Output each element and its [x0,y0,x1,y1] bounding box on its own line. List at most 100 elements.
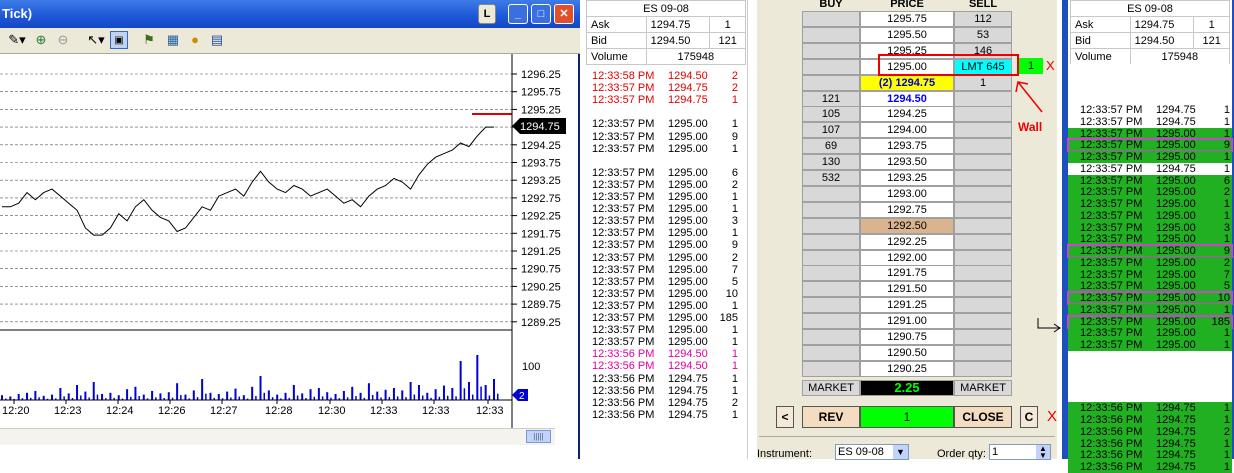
reverse-button[interactable]: REV [802,406,860,428]
price-cell[interactable]: 1291.00 [860,313,954,330]
trade-qty: 1 [1223,104,1230,116]
sell-cell[interactable] [954,201,1012,218]
price-cell[interactable]: 1294.25 [860,106,954,123]
buy-cell[interactable] [802,26,860,43]
buy-cell[interactable] [802,11,860,27]
sell-cell[interactable]: 1 [954,74,1012,91]
price-cell[interactable]: 1295.50 [860,26,954,43]
sell-cell[interactable] [954,122,1012,139]
stepper-icon[interactable]: ▲ ▼ [1036,445,1050,460]
trade-price: 1294.75 [1156,437,1196,450]
buy-cell[interactable] [802,233,860,250]
market-sell-button[interactable]: MARKET [954,380,1012,396]
sell-cell[interactable] [954,154,1012,171]
sell-cell[interactable] [954,329,1012,345]
buy-cell[interactable] [802,313,860,330]
chart-scrollbar[interactable] [0,428,555,445]
data-box-icon[interactable]: ▣ [110,31,128,49]
sell-cell[interactable] [954,265,1012,282]
coin-icon[interactable]: ● [186,31,204,49]
indicator-icon[interactable]: ▦ [164,31,182,49]
price-cell[interactable]: 1292.75 [860,201,954,218]
chevron-down-icon[interactable]: ▼ [893,445,908,459]
buy-cell[interactable]: 130 [802,154,860,171]
sell-cell[interactable] [954,217,1012,234]
price-cell[interactable]: 1293.25 [860,170,954,186]
price-cell[interactable]: 1293.75 [860,138,954,155]
buy-cell[interactable]: 69 [802,138,860,155]
price-cell[interactable]: 1291.50 [860,281,954,298]
price-cell[interactable]: 1294.00 [860,122,954,139]
buy-cell[interactable] [802,249,860,266]
price-cell[interactable]: 1290.25 [860,360,954,377]
chart-title-bar[interactable]: Tick) L _ □ ✕ [0,0,580,28]
buy-cell[interactable] [802,281,860,298]
sell-cell[interactable] [954,344,1012,361]
sell-cell[interactable] [954,281,1012,298]
sell-cell[interactable] [954,106,1012,123]
buy-cell[interactable]: 121 [802,90,860,107]
buy-cell[interactable]: 532 [802,170,860,186]
cancel-all-button[interactable]: C [1020,406,1038,428]
close-position-button[interactable]: CLOSE [954,406,1012,428]
buy-cell[interactable] [802,297,860,314]
maximize-button[interactable]: □ [531,4,551,24]
order-qty-stepper[interactable]: 1 ▲ ▼ [989,444,1051,460]
buy-cell[interactable] [802,42,860,59]
price-cell[interactable]: 1292.25 [860,233,954,250]
market-buy-button[interactable]: MARKET [802,380,860,396]
sell-cell[interactable]: 53 [954,26,1012,43]
link-button[interactable]: L [478,4,496,24]
properties-icon[interactable]: ▤ [208,31,226,49]
zoom-in-icon[interactable]: ⊕ [32,31,50,49]
trade-time: 12:33:57 PM [1080,115,1143,128]
strategy-icon[interactable]: ⚑ [140,31,158,49]
close-button[interactable]: ✕ [554,4,574,24]
trade-price: 1295.00 [1156,209,1196,222]
scroll-thumb[interactable]: ||||| [526,430,551,443]
left-arrow-button[interactable]: < [776,406,794,428]
sell-cell[interactable] [954,313,1012,330]
price-cell[interactable]: 1293.00 [860,185,954,202]
buy-cell[interactable] [802,265,860,282]
price-chart[interactable]: 1296.25 1295.75 1295.25 1294.75 1294.25 1293.… [0,54,578,428]
price-cell[interactable]: 1290.75 [860,329,954,345]
price-cell[interactable]: (2) 1294.75 [860,74,954,91]
minimize-button[interactable]: _ [508,4,528,24]
buy-cell[interactable] [802,185,860,202]
trade-row [1068,379,1232,391]
buy-cell[interactable] [802,344,860,361]
price-cell[interactable]: 1292.50 [860,217,954,234]
price-cell[interactable]: 1293.50 [860,154,954,171]
instrument-select[interactable]: ES 09-08 ▼ [835,444,909,460]
sell-cell[interactable] [954,249,1012,266]
price-cell[interactable]: 1295.75 [860,11,954,27]
buy-cell[interactable]: 105 [802,106,860,123]
buy-cell[interactable]: 107 [802,122,860,139]
buy-cell[interactable] [802,201,860,218]
trade-qty: 1 [731,118,738,131]
buy-cell[interactable] [802,58,860,75]
buy-cell[interactable] [802,329,860,345]
sell-cell[interactable] [954,233,1012,250]
trade-time: 12:33:57 PM [592,239,655,252]
sell-cell[interactable] [954,90,1012,107]
price-cell[interactable]: 1292.00 [860,249,954,266]
sell-cell[interactable] [954,170,1012,186]
cursor-icon[interactable]: ↖▾ [84,31,108,49]
pencil-icon[interactable]: ✎▾ [4,31,30,49]
buy-cell[interactable] [802,74,860,91]
sell-cell[interactable] [954,138,1012,155]
price-cell[interactable]: 1294.50 [860,90,954,107]
cancel-order-x[interactable]: X [1046,58,1055,73]
price-cell[interactable]: 1291.25 [860,297,954,314]
buy-cell[interactable] [802,217,860,234]
price-cell[interactable]: 1291.75 [860,265,954,282]
buy-cell[interactable] [802,360,860,377]
sell-cell[interactable]: 112 [954,11,1012,27]
sell-cell[interactable] [954,185,1012,202]
sell-cell[interactable] [954,360,1012,377]
price-cell[interactable]: 1290.50 [860,344,954,361]
sell-cell[interactable] [954,297,1012,314]
zoom-out-icon[interactable]: ⊖ [54,31,72,49]
